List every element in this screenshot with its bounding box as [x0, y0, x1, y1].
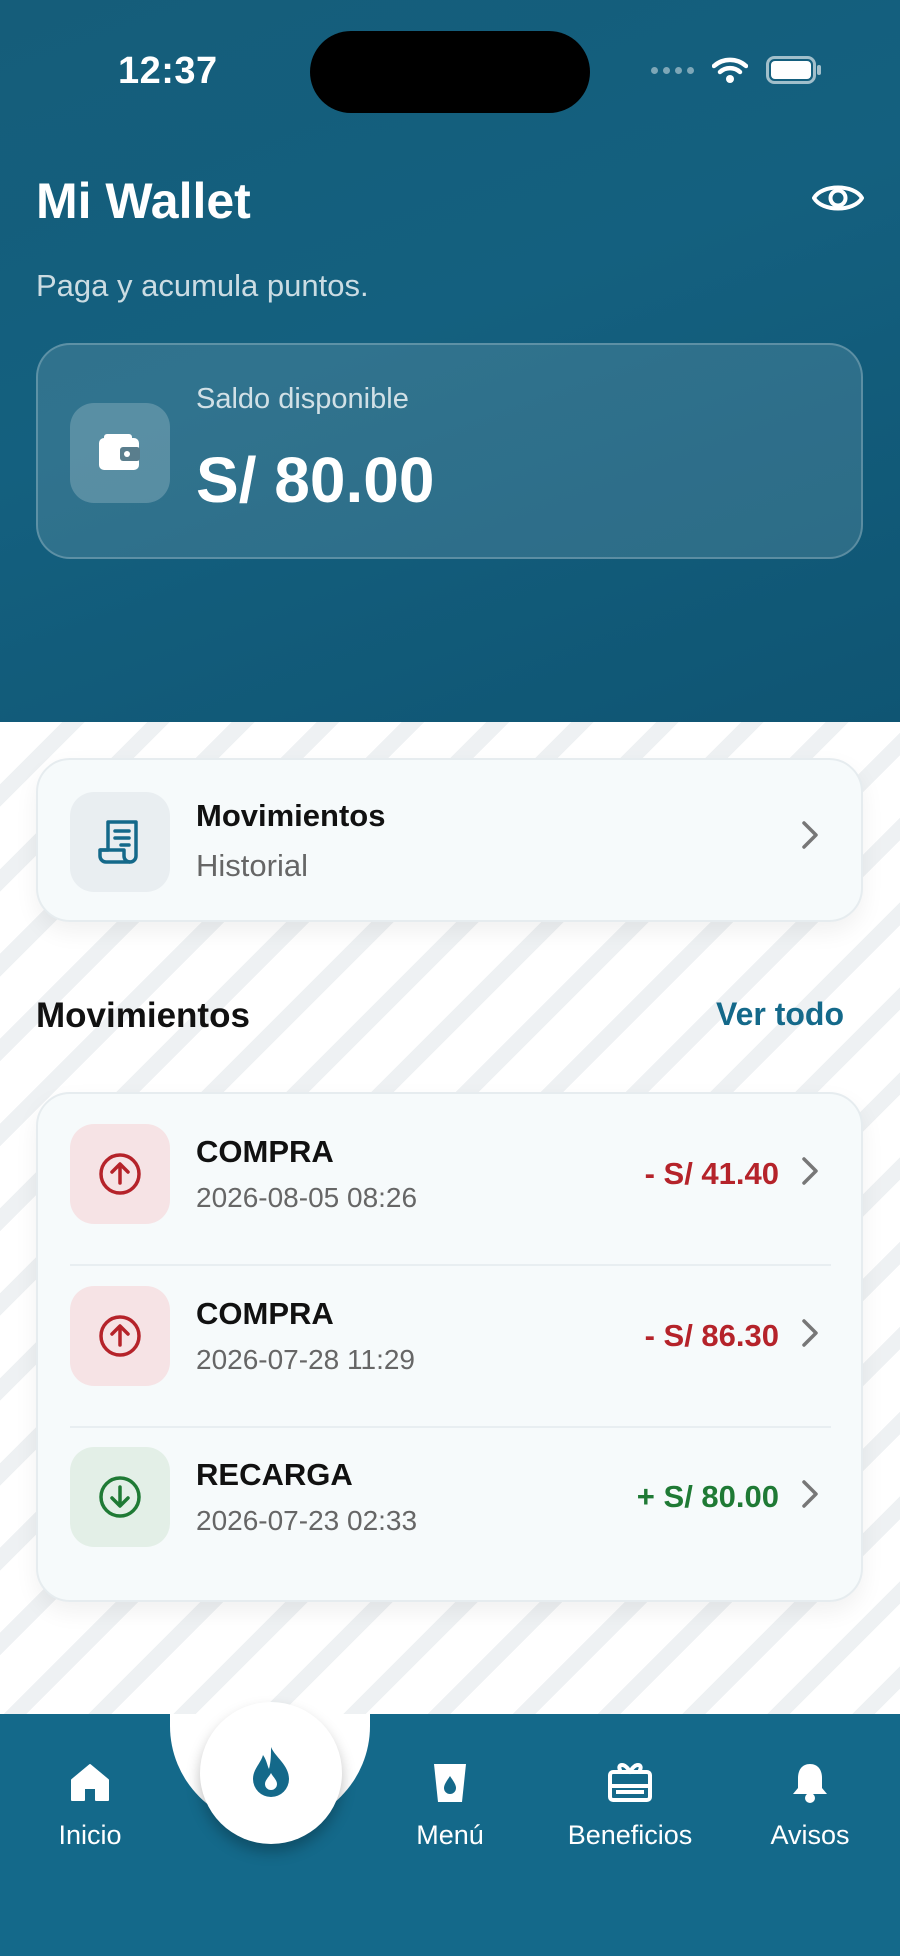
- list-item[interactable]: COMPRA 2026-07-28 11:29 - S/ 86.30: [38, 1256, 861, 1416]
- transaction-date: 2026-07-28 11:29: [196, 1344, 415, 1375]
- balance-label: Saldo disponible: [196, 383, 409, 415]
- chevron-right-icon: [801, 1318, 819, 1353]
- transaction-type: RECARGA: [196, 1457, 353, 1492]
- arrow-up-circle-icon: [70, 1286, 170, 1386]
- balance-card: Saldo disponible S/ 80.00: [36, 343, 863, 559]
- wallet-header: 12:37 Mi Wallet Paga y acumula puntos. S…: [0, 0, 900, 722]
- balance-amount: S/ 80.00: [196, 444, 435, 516]
- list-item[interactable]: RECARGA 2026-07-23 02:33 + S/ 80.00: [38, 1417, 861, 1577]
- nav-label: Avisos: [770, 1820, 850, 1850]
- battery-icon: [766, 56, 822, 84]
- center-action-button[interactable]: [200, 1702, 342, 1844]
- flame-icon: [249, 1745, 293, 1802]
- nav-label: Inicio: [58, 1820, 122, 1850]
- bottom-nav: Inicio Menú Beneficios Avisos: [0, 1714, 900, 1956]
- wifi-icon: [712, 56, 748, 84]
- status-time: 12:37: [118, 50, 218, 92]
- history-title: Movimientos: [196, 798, 386, 833]
- list-item[interactable]: COMPRA 2026-08-05 08:26 - S/ 41.40: [38, 1094, 861, 1254]
- movements-section-title: Movimientos: [36, 996, 250, 1035]
- history-card[interactable]: Movimientos Historial: [36, 758, 863, 922]
- transaction-date: 2026-07-23 02:33: [196, 1505, 418, 1536]
- status-icons: [651, 56, 822, 84]
- transaction-type: COMPRA: [196, 1134, 334, 1169]
- see-all-link[interactable]: Ver todo: [716, 996, 844, 1033]
- home-icon: [5, 1760, 175, 1804]
- nav-label: Beneficios: [567, 1820, 693, 1850]
- eye-icon[interactable]: [812, 180, 864, 221]
- dynamic-island: [310, 31, 590, 113]
- nav-item-avisos[interactable]: Avisos: [725, 1760, 895, 1851]
- bell-icon: [725, 1760, 895, 1804]
- nav-item-menu[interactable]: Menú: [365, 1760, 535, 1851]
- chevron-right-icon: [801, 1479, 819, 1514]
- transactions-list: COMPRA 2026-08-05 08:26 - S/ 41.40 COMPR…: [36, 1092, 863, 1602]
- nav-label: Menú: [416, 1820, 484, 1850]
- chevron-right-icon: [801, 820, 819, 855]
- chevron-right-icon: [801, 1156, 819, 1191]
- gift-icon: [545, 1760, 715, 1804]
- wallet-content: Movimientos Historial Movimientos Ver to…: [0, 722, 900, 1722]
- history-subtitle: Historial: [196, 848, 308, 883]
- nav-item-beneficios[interactable]: Beneficios: [545, 1760, 715, 1851]
- receipt-icon: [70, 792, 170, 892]
- transaction-amount: + S/ 80.00: [636, 1479, 779, 1514]
- transaction-amount: - S/ 41.40: [644, 1156, 779, 1191]
- page-title: Mi Wallet: [36, 173, 251, 229]
- signal-icon: [651, 66, 694, 74]
- nav-item-inicio[interactable]: Inicio: [5, 1760, 175, 1851]
- wallet-icon: [70, 403, 170, 503]
- arrow-down-circle-icon: [70, 1447, 170, 1547]
- transaction-amount: - S/ 86.30: [644, 1318, 779, 1353]
- arrow-up-circle-icon: [70, 1124, 170, 1224]
- header-subtitle: Paga y acumula puntos.: [36, 268, 369, 303]
- transaction-date: 2026-08-05 08:26: [196, 1182, 418, 1213]
- transaction-type: COMPRA: [196, 1296, 334, 1331]
- cup-icon: [365, 1760, 535, 1804]
